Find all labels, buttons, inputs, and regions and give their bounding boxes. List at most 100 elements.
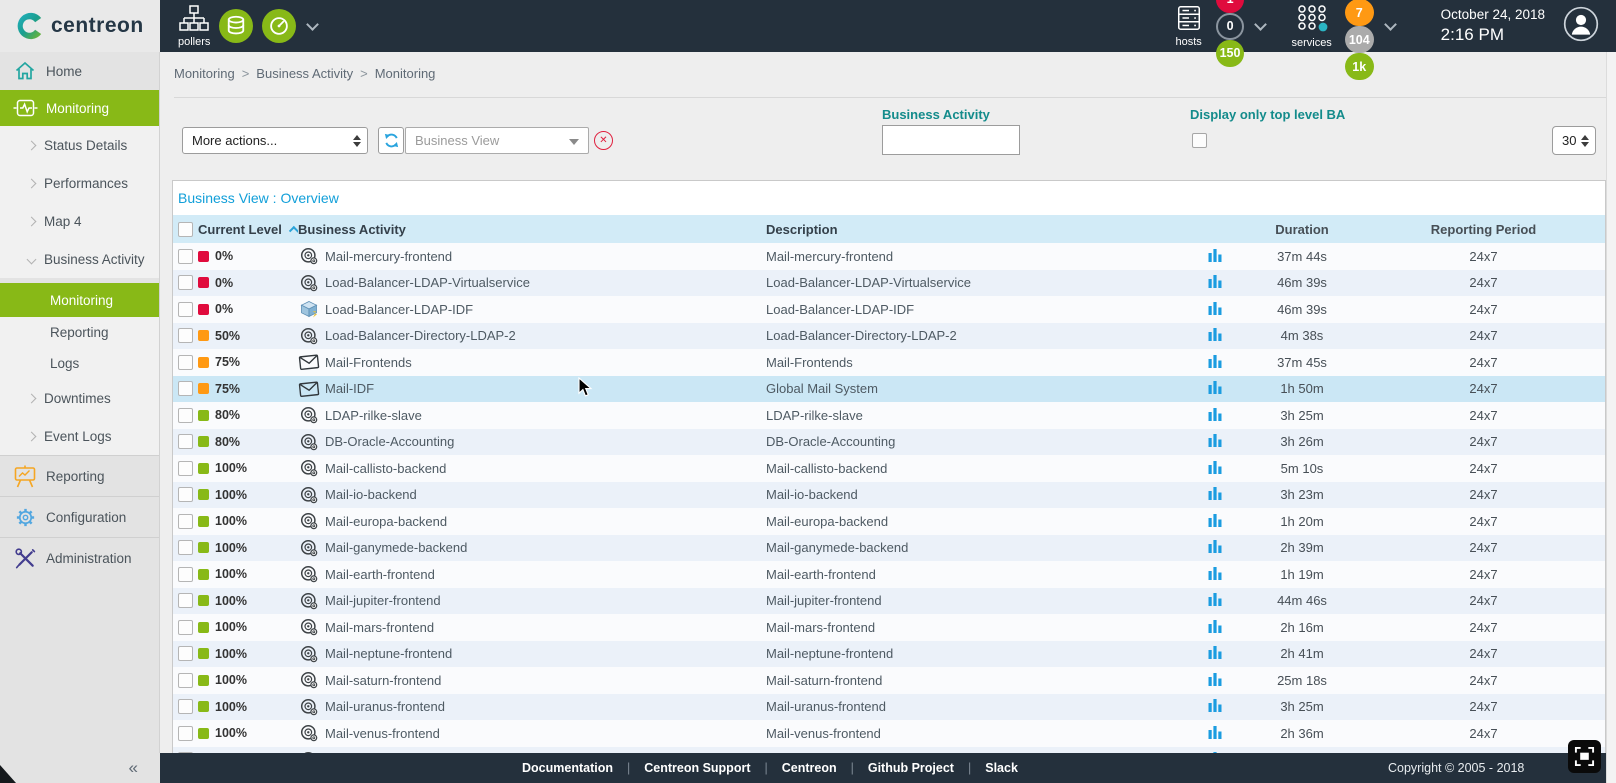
table-row[interactable]: 100%Mail-venus-frontendMail-venus-fronte… <box>173 720 1605 747</box>
table-row[interactable]: 0%Load-Balancer-LDAP-VirtualserviceLoad-… <box>173 270 1605 297</box>
more-actions-select[interactable]: More actions... <box>182 127 368 154</box>
bar-chart-icon[interactable] <box>1208 619 1222 636</box>
table-row[interactable]: 100%Mail-uranus-frontendMail-uranus-fron… <box>173 694 1605 721</box>
row-checkbox[interactable] <box>178 620 193 635</box>
table-row[interactable]: 100%Mail-io-backendMail-io-backend3h 23m… <box>173 482 1605 509</box>
bar-chart-icon[interactable] <box>1208 592 1222 609</box>
business-activity-cell[interactable]: Mail-earth-frontend <box>298 565 766 583</box>
business-activity-cell[interactable]: Mail-venus-frontend <box>298 724 766 742</box>
bar-chart-icon[interactable] <box>1208 698 1222 715</box>
bar-chart-icon[interactable] <box>1208 407 1222 424</box>
bar-chart-icon[interactable] <box>1208 274 1222 291</box>
fullscreen-button[interactable] <box>1568 740 1601 773</box>
bar-chart-icon[interactable] <box>1208 433 1222 450</box>
bar-chart-icon[interactable] <box>1208 539 1222 556</box>
bar-chart-icon[interactable] <box>1208 327 1222 344</box>
status-badge-pending[interactable]: 0 <box>1216 13 1245 40</box>
column-duration[interactable]: Duration <box>1242 222 1362 237</box>
column-current-level[interactable]: Current Level <box>198 222 298 237</box>
business-activity-cell[interactable]: Load-Balancer-Directory-LDAP-2 <box>298 327 766 345</box>
row-checkbox[interactable] <box>178 434 193 449</box>
footer-link[interactable]: Github Project <box>868 761 954 775</box>
row-checkbox[interactable] <box>178 540 193 555</box>
footer-link[interactable]: Centreon <box>782 761 837 775</box>
table-row[interactable]: 50%Load-Balancer-Directory-LDAP-2Load-Ba… <box>173 323 1605 350</box>
row-checkbox[interactable] <box>178 673 193 688</box>
bar-chart-icon[interactable] <box>1208 566 1222 583</box>
table-title-link[interactable]: Business View : Overview <box>173 181 1605 215</box>
business-activity-cell[interactable]: Mail-mercury-frontend <box>298 247 766 265</box>
sidebar-item-downtimes[interactable]: Downtimes <box>0 379 159 417</box>
row-checkbox[interactable] <box>178 249 193 264</box>
table-row[interactable]: 75%Mail-IDFGlobal Mail System1h 50m24x7 <box>173 376 1605 403</box>
sidebar-item-configuration[interactable]: Configuration <box>0 496 159 537</box>
pollers-chevron-down-icon[interactable] <box>307 18 320 31</box>
column-reporting-period[interactable]: Reporting Period <box>1362 222 1605 237</box>
sidebar-item-reporting[interactable]: Reporting <box>0 317 159 348</box>
table-row[interactable]: 0%Load-Balancer-LDAP-IDFLoad-Balancer-LD… <box>173 296 1605 323</box>
business-activity-cell[interactable]: Mail-neptune-frontend <box>298 645 766 663</box>
business-activity-cell[interactable]: Load-Balancer-LDAP-Virtualservice <box>298 274 766 292</box>
bar-chart-icon[interactable] <box>1208 460 1222 477</box>
business-activity-cell[interactable]: Mail-io-backend <box>298 486 766 504</box>
page-size-select[interactable]: 30 <box>1552 126 1596 155</box>
status-badge-critical[interactable]: 1 <box>1216 0 1245 13</box>
footer-link[interactable]: Documentation <box>522 761 613 775</box>
row-checkbox[interactable] <box>178 275 193 290</box>
row-checkbox[interactable] <box>178 593 193 608</box>
column-business-activity[interactable]: Business Activity <box>298 222 766 237</box>
table-row[interactable]: 80%LDAP-rilke-slaveLDAP-rilke-slave3h 25… <box>173 402 1605 429</box>
services-group[interactable]: services 971041k <box>1291 0 1394 80</box>
pollers-group[interactable]: pollers <box>178 5 317 48</box>
bar-chart-icon[interactable] <box>1208 645 1222 662</box>
user-avatar[interactable] <box>1563 6 1599 47</box>
column-description[interactable]: Description <box>766 222 1202 237</box>
row-checkbox[interactable] <box>178 487 193 502</box>
row-checkbox[interactable] <box>178 355 193 370</box>
sidebar-item-business-activity[interactable]: Business Activity <box>0 240 159 278</box>
sidebar-item-event-logs[interactable]: Event Logs <box>0 417 159 455</box>
table-row[interactable]: 100%Mail-callisto-backendMail-callisto-b… <box>173 455 1605 482</box>
sidebar-item-monitoring[interactable]: Monitoring <box>0 90 159 126</box>
status-badge-warning[interactable]: 7 <box>1345 0 1374 26</box>
sidebar-item-map-4[interactable]: Map 4 <box>0 202 159 240</box>
table-row[interactable]: 100%Mail-mars-frontendMail-mars-frontend… <box>173 614 1605 641</box>
bar-chart-icon[interactable] <box>1208 725 1222 742</box>
breadcrumb-item[interactable]: Business Activity <box>256 66 353 81</box>
business-activity-cell[interactable]: Mail-jupiter-frontend <box>298 592 766 610</box>
business-activity-cell[interactable]: Mail-saturn-frontend <box>298 671 766 689</box>
business-activity-cell[interactable]: Mail-europa-backend <box>298 512 766 530</box>
business-activity-cell[interactable]: Load-Balancer-LDAP-IDF <box>298 300 766 318</box>
row-checkbox[interactable] <box>178 302 193 317</box>
business-activity-cell[interactable]: Mail-callisto-backend <box>298 459 766 477</box>
business-activity-cell[interactable]: LDAP-rilke-slave <box>298 406 766 424</box>
sidebar-collapse-button[interactable]: « <box>0 753 160 783</box>
table-row[interactable]: 100%Mail-jupiter-frontendMail-jupiter-fr… <box>173 588 1605 615</box>
bar-chart-icon[interactable] <box>1208 301 1222 318</box>
table-row[interactable]: 80%DB-Oracle-AccountingDB-Oracle-Account… <box>173 429 1605 456</box>
table-row[interactable]: 100%Mail-neptune-frontendMail-neptune-fr… <box>173 641 1605 668</box>
bar-chart-icon[interactable] <box>1208 513 1222 530</box>
business-activity-cell[interactable]: Mail-IDF <box>298 381 766 397</box>
bar-chart-icon[interactable] <box>1208 672 1222 689</box>
hosts-group[interactable]: hosts 10150 <box>1175 0 1266 67</box>
sidebar-item-monitoring[interactable]: Monitoring <box>0 283 159 317</box>
sidebar-item-administration[interactable]: Administration <box>0 537 159 578</box>
footer-link[interactable]: Centreon Support <box>644 761 750 775</box>
breadcrumb-item[interactable]: Monitoring <box>174 66 235 81</box>
bar-chart-icon[interactable] <box>1208 486 1222 503</box>
row-checkbox[interactable] <box>178 646 193 661</box>
select-all-checkbox[interactable] <box>178 222 193 237</box>
bar-chart-icon[interactable] <box>1208 380 1222 397</box>
status-badge-ok[interactable]: 1k <box>1345 53 1374 80</box>
sidebar-item-logs[interactable]: Logs <box>0 348 159 379</box>
status-badge-ok[interactable]: 150 <box>1216 40 1245 67</box>
sidebar-item-performances[interactable]: Performances <box>0 164 159 202</box>
row-checkbox[interactable] <box>178 514 193 529</box>
footer-link[interactable]: Slack <box>985 761 1018 775</box>
table-row[interactable]: 75%Mail-FrontendsMail-Frontends37m 45s24… <box>173 349 1605 376</box>
sidebar-item-home[interactable]: Home <box>0 52 159 90</box>
latency-gauge-icon[interactable] <box>262 9 296 43</box>
business-view-select[interactable]: Business View <box>405 127 589 154</box>
sidebar-item-status-details[interactable]: Status Details <box>0 126 159 164</box>
